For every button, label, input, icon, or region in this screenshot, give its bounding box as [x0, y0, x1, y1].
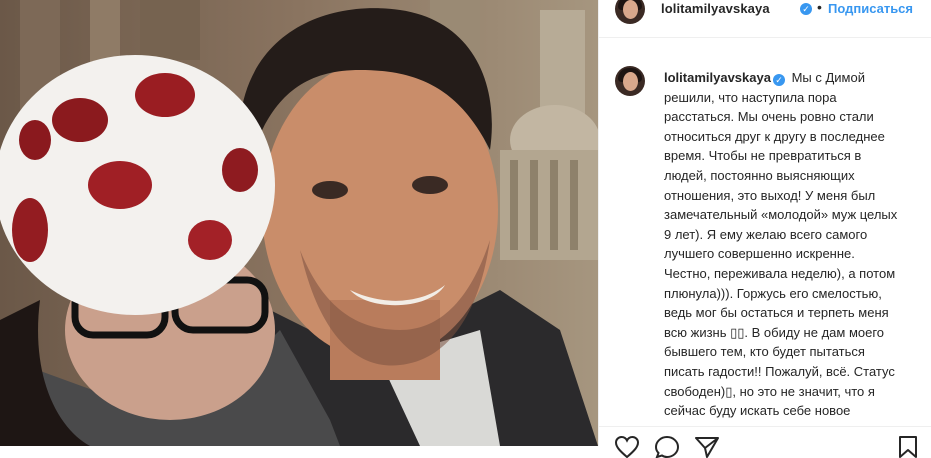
action-bar — [599, 426, 931, 458]
verified-badge-icon: ✓ — [772, 74, 785, 86]
caption-text: Мы с Димой решили, что наступила пора ра… — [664, 70, 898, 419]
post-photo[interactable] — [0, 0, 598, 446]
bookmark-icon[interactable] — [899, 436, 917, 458]
verified-badge-icon: ✓ — [800, 3, 812, 15]
avatar-face — [623, 0, 638, 19]
header-username[interactable]: lolitamilyavskaya — [661, 1, 770, 16]
caption-username[interactable]: lolitamilyavskaya — [664, 70, 771, 85]
avatar-face — [623, 72, 638, 91]
comment-avatar[interactable] — [615, 66, 645, 96]
selfie-image — [0, 0, 598, 446]
follow-button[interactable]: Подписаться — [828, 1, 913, 16]
post-header: lolitamilyavskaya ✓ • Подписаться — [599, 0, 931, 38]
avatar[interactable] — [615, 0, 645, 24]
caption-text-block: lolitamilyavskaya ✓ Мы с Димой решили, чт… — [664, 68, 904, 421]
heart-icon[interactable] — [615, 436, 639, 458]
separator-dot: • — [817, 0, 822, 15]
comment-icon[interactable] — [655, 436, 679, 458]
post-sidebar: lolitamilyavskaya ✓ • Подписаться lolita… — [598, 0, 931, 458]
share-icon[interactable] — [695, 436, 719, 458]
